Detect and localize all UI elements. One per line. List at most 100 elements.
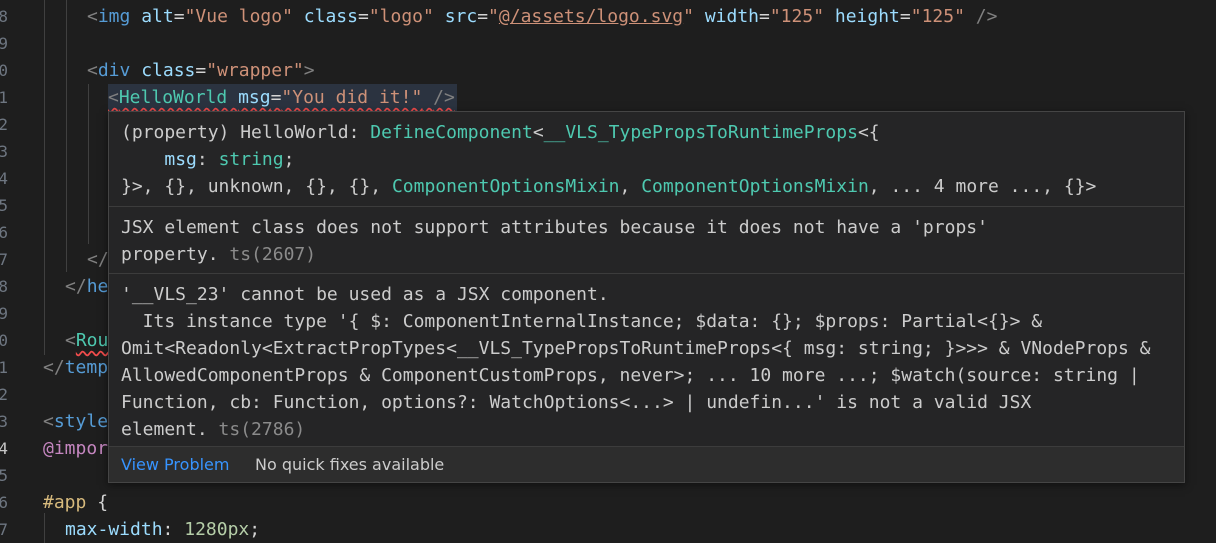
indent-guide [44,513,45,543]
code-token-tag: style [53,411,109,432]
code-token-string: "125" [910,6,965,27]
signature-text: <{ [857,122,880,143]
code-line-maxwidth[interactable]: max-width: 1280px; [65,516,260,543]
code-token-string: "125" [769,6,825,27]
code-token-tag: temp [64,357,109,378]
code-token-tag: img [97,6,131,27]
code-token-attr: height [834,6,900,27]
signature-indent [121,149,164,170]
signature-line: (property) HelloWorld: DefineComponent<_… [121,119,880,146]
diagnostic-message: property. ts(2607) [121,241,316,268]
diagnostic-message: AllowedComponentProps & ComponentCustomP… [121,365,1140,386]
code-token-brace: { [97,492,109,513]
signature-text: : [196,149,219,170]
hover-tooltip[interactable]: (property) HelloWorld: DefineComponent<_… [108,111,1185,483]
line-number: 0 [0,331,8,350]
signature-text: , [619,176,642,197]
code-token-string: "Vue logo" [184,6,293,27]
signature-prop: msg [164,149,197,170]
line-number: 6 [0,493,8,512]
code-line-helloworld[interactable]: <HelloWorld msg="You did it!" /> [108,84,457,111]
code-token-tag: he [86,276,109,297]
diagnostic-message: element. ts(2786) [121,416,305,443]
code-token-bracket: </ [87,249,109,270]
code-token-string: "logo" [368,6,434,27]
diagnostic-message: Its instance type '{ $: ComponentInterna… [121,311,1043,332]
no-quick-fixes-label: No quick fixes available [255,455,445,474]
signature-line: msg: string; [121,146,294,173]
hover-diagnostic-2607: JSX element class does not support attri… [109,207,1184,273]
line-number: 4 [0,439,8,458]
line-number: 7 [0,250,8,269]
indent-guide [88,84,89,244]
line-number: 9 [0,34,8,53]
line-number: 1 [0,88,8,107]
code-token-tag: div [97,60,131,81]
line-number: 2 [0,385,8,404]
code-token-string: " [488,6,499,27]
line-number: 0 [0,61,8,80]
view-problem-link[interactable]: View Problem [121,447,229,482]
hover-status-bar: View Problem No quick fixes available [109,446,1184,482]
diagnostic-text: property. [121,244,219,265]
line-number-gutter: 8 9 0 1 2 3 4 5 6 7 8 9 0 1 2 3 4 5 6 7 [0,0,12,537]
signature-text: (property) HelloWorld: [121,122,371,143]
diagnostic-code: ts(2607) [229,244,317,265]
code-token-attr: src [444,6,478,27]
error-squiggle[interactable]: <HelloWorld msg="You did it!" /> [108,87,455,108]
line-number: 8 [0,7,8,26]
hover-signature: (property) HelloWorld: DefineComponent<_… [109,112,1184,206]
signature-type: ComponentOptionsMixin [641,176,869,197]
diagnostic-text: element. [121,419,208,440]
code-token-attr: width [704,6,759,27]
code-token-attr: class [141,60,196,81]
code-token-string: " [683,6,694,27]
signature-type: __VLS_TypePropsToRuntimeProps [543,122,858,143]
line-number: 6 [0,223,8,242]
signature-line: }>, {}, unknown, {}, {}, ComponentOption… [121,173,1096,200]
code-line-app[interactable]: #app { [43,489,108,516]
code-line-router[interactable]: <Rou [65,327,108,354]
signature-text: }>, {}, unknown, {}, {}, [121,176,392,197]
line-number: 8 [0,277,8,296]
code-token-attr: msg [238,87,271,108]
line-number: 4 [0,169,8,188]
diagnostic-message: Omit<Readonly<ExtractPropTypes<__VLS_Typ… [121,338,1151,359]
code-token-keyword: @impor [43,438,109,459]
line-number: 9 [0,304,8,323]
code-line-img[interactable]: <img alt="Vue logo" class="logo" src="@/… [87,3,997,30]
line-number: 1 [0,358,8,377]
diagnostic-message: '__VLS_23' cannot be used as a JSX compo… [121,284,609,305]
code-line-close-template[interactable]: </temp [43,354,108,381]
line-number: 7 [0,520,8,537]
code-token-string: "You did it!" [281,87,423,108]
code-token-component: Rou [75,330,109,351]
code-line-style[interactable]: <style [43,408,108,435]
code-token-component: HelloWorld [118,87,228,108]
code-line-close-div[interactable]: </ [87,246,109,273]
code-token-attr: class [303,6,358,27]
diagnostic-message: Function, cb: Function, options?: WatchO… [121,392,1032,413]
signature-type: DefineComponent [370,122,533,143]
hover-diagnostic-2786: '__VLS_23' cannot be used as a JSX compo… [109,274,1184,448]
diagnostic-message: JSX element class does not support attri… [121,217,988,238]
line-number: 2 [0,115,8,134]
indent-guide [66,0,67,272]
line-number: 5 [0,196,8,215]
code-token-link[interactable]: @/assets/logo.svg [499,6,683,27]
code-token-selector: #app [43,492,87,513]
code-line-import[interactable]: @impor [43,435,108,462]
signature-type: ComponentOptionsMixin [391,176,620,197]
line-number: 3 [0,142,8,161]
code-line-close-header[interactable]: </he [65,273,108,300]
line-number: 5 [0,466,8,485]
signature-type: string [218,149,284,170]
diagnostic-code: ts(2786) [218,419,306,440]
signature-text: ; [283,149,295,170]
signature-text: , ... 4 more ..., {}> [868,176,1097,197]
code-line-div[interactable]: <div class="wrapper"> [87,57,315,84]
line-number: 3 [0,412,8,431]
indent-guide [44,0,45,355]
signature-text: < [532,122,544,143]
code-token-string: "wrapper" [206,60,304,81]
